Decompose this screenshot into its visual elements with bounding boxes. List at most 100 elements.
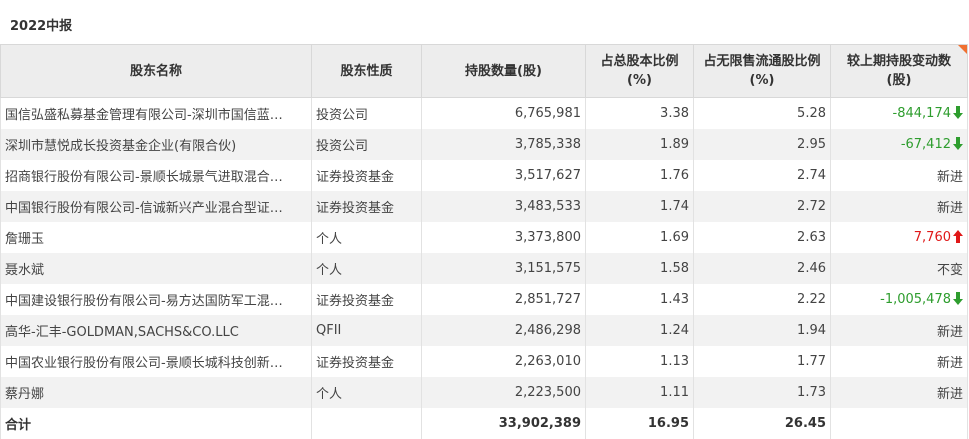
table-row: 国信弘盛私募基金管理有限公司-深圳市国信蓝… 投资公司 6,765,981 3.38 5…: [0, 97, 968, 129]
cell-pct-total: 1.43: [585, 284, 694, 315]
cell-pct-float: 2.46: [693, 253, 831, 284]
cell-holder-nature: QFII: [311, 315, 422, 346]
cell-share-count: 6,765,981: [421, 97, 586, 129]
cell-change: 新进: [830, 315, 968, 346]
cell-pct-total: 1.11: [585, 377, 694, 408]
change-value: 新进: [936, 170, 963, 185]
table-row: 聂水斌 个人 3,151,575 1.58 2.46 不变: [0, 253, 968, 284]
cell-holder-nature: 投资公司: [311, 129, 422, 160]
cell-change: -1,005,478: [830, 284, 968, 315]
cell-change: 新进: [830, 346, 968, 377]
change-value: -1,005,478: [880, 292, 951, 307]
change-value: 新进: [936, 201, 963, 216]
header-change[interactable]: 较上期持股变动数(股): [830, 44, 968, 98]
cell-pct-total: 1.89: [585, 129, 694, 160]
shareholders-table: 股东名称 股东性质 持股数量(股) 占总股本比例(%) 占无限售流通股比例(%)…: [0, 44, 968, 439]
header-change-label: 较上期持股变动数(股): [846, 54, 951, 88]
cell-holder-nature: 投资公司: [311, 97, 422, 129]
arrow-down-icon: [953, 292, 963, 305]
header-pct-total[interactable]: 占总股本比例(%): [585, 44, 694, 98]
cell-pct-float: 2.72: [693, 191, 831, 222]
arrow-down-icon: [953, 106, 963, 119]
table-header-row: 股东名称 股东性质 持股数量(股) 占总股本比例(%) 占无限售流通股比例(%)…: [0, 44, 968, 98]
cell-pct-total: 1.24: [585, 315, 694, 346]
cell-share-count: 3,373,800: [421, 222, 586, 253]
cell-pct-float: 2.95: [693, 129, 831, 160]
cell-change: 7,760: [830, 222, 968, 253]
cell-holder-name: 中国农业银行股份有限公司-景顺长城科技创新…: [0, 346, 312, 377]
cell-change: 新进: [830, 377, 968, 408]
total-pct-float: 26.45: [693, 408, 831, 439]
cell-holder-name: 中国建设银行股份有限公司-易方达国防军工混…: [0, 284, 312, 315]
cell-share-count: 2,223,500: [421, 377, 586, 408]
total-label: 合计: [0, 408, 312, 439]
total-pct-total: 16.95: [585, 408, 694, 439]
table-row: 蔡丹娜 个人 2,223,500 1.11 1.73 新进: [0, 377, 968, 408]
cell-pct-total: 3.38: [585, 97, 694, 129]
cell-change: 新进: [830, 160, 968, 191]
cell-change: -844,174: [830, 97, 968, 129]
cell-holder-nature: 证券投资基金: [311, 284, 422, 315]
cell-holder-name: 詹珊玉: [0, 222, 312, 253]
arrow-down-icon: [953, 137, 963, 150]
cell-holder-nature: 个人: [311, 222, 422, 253]
cell-share-count: 2,486,298: [421, 315, 586, 346]
cell-share-count: 3,785,338: [421, 129, 586, 160]
cell-share-count: 2,851,727: [421, 284, 586, 315]
cell-pct-total: 1.13: [585, 346, 694, 377]
change-value: 新进: [936, 325, 963, 340]
cell-pct-float: 2.22: [693, 284, 831, 315]
cell-holder-nature: 个人: [311, 253, 422, 284]
table-row: 中国农业银行股份有限公司-景顺长城科技创新… 证券投资基金 2,263,010 1.1…: [0, 346, 968, 377]
cell-holder-name: 蔡丹娜: [0, 377, 312, 408]
table-row: 招商银行股份有限公司-景顺长城景气进取混合… 证券投资基金 3,517,627 1.7…: [0, 160, 968, 191]
cell-holder-name: 国信弘盛私募基金管理有限公司-深圳市国信蓝…: [0, 97, 312, 129]
cell-share-count: 3,483,533: [421, 191, 586, 222]
cell-share-count: 3,517,627: [421, 160, 586, 191]
cell-holder-nature: 个人: [311, 377, 422, 408]
total-change-empty: [830, 408, 968, 439]
cell-holder-name: 聂水斌: [0, 253, 312, 284]
cell-pct-float: 2.63: [693, 222, 831, 253]
header-pct-float[interactable]: 占无限售流通股比例(%): [693, 44, 831, 98]
cell-share-count: 3,151,575: [421, 253, 586, 284]
cell-holder-name: 中国银行股份有限公司-信诚新兴产业混合型证…: [0, 191, 312, 222]
cell-pct-float: 1.94: [693, 315, 831, 346]
cell-pct-float: 1.77: [693, 346, 831, 377]
change-value: 7,760: [913, 230, 951, 245]
total-share-count: 33,902,389: [421, 408, 586, 439]
cell-share-count: 2,263,010: [421, 346, 586, 377]
cell-holder-name: 深圳市慧悦成长投资基金企业(有限合伙): [0, 129, 312, 160]
table-row: 詹珊玉 个人 3,373,800 1.69 2.63 7,760: [0, 222, 968, 253]
header-share-count[interactable]: 持股数量(股): [421, 44, 586, 98]
change-value: -67,412: [900, 137, 951, 152]
cell-holder-name: 招商银行股份有限公司-景顺长城景气进取混合…: [0, 160, 312, 191]
cell-pct-total: 1.69: [585, 222, 694, 253]
total-nature-empty: [311, 408, 422, 439]
cell-pct-float: 1.73: [693, 377, 831, 408]
change-value: 新进: [936, 356, 963, 371]
corner-marker-icon: [958, 45, 967, 54]
table-row: 高华-汇丰-GOLDMAN,SACHS&CO.LLC QFII 2,486,298 1…: [0, 315, 968, 346]
cell-holder-name: 高华-汇丰-GOLDMAN,SACHS&CO.LLC: [0, 315, 312, 346]
table-row: 中国银行股份有限公司-信诚新兴产业混合型证… 证券投资基金 3,483,533 1.7…: [0, 191, 968, 222]
cell-pct-total: 1.76: [585, 160, 694, 191]
cell-change: 新进: [830, 191, 968, 222]
period-title: 2022中报: [10, 19, 73, 34]
header-holder-name[interactable]: 股东名称: [0, 44, 312, 98]
cell-pct-float: 2.74: [693, 160, 831, 191]
arrow-up-icon: [953, 230, 963, 243]
cell-holder-nature: 证券投资基金: [311, 346, 422, 377]
cell-pct-float: 5.28: [693, 97, 831, 129]
cell-change: 不变: [830, 253, 968, 284]
change-value: -844,174: [892, 106, 951, 121]
cell-holder-nature: 证券投资基金: [311, 160, 422, 191]
table-row: 中国建设银行股份有限公司-易方达国防军工混… 证券投资基金 2,851,727 1.4…: [0, 284, 968, 315]
cell-pct-total: 1.74: [585, 191, 694, 222]
cell-change: -67,412: [830, 129, 968, 160]
total-row: 合计 33,902,389 16.95 26.45: [0, 408, 968, 439]
table-row: 深圳市慧悦成长投资基金企业(有限合伙) 投资公司 3,785,338 1.89 2.95…: [0, 129, 968, 160]
header-holder-nature[interactable]: 股东性质: [311, 44, 422, 98]
cell-pct-total: 1.58: [585, 253, 694, 284]
change-value: 不变: [936, 263, 963, 278]
